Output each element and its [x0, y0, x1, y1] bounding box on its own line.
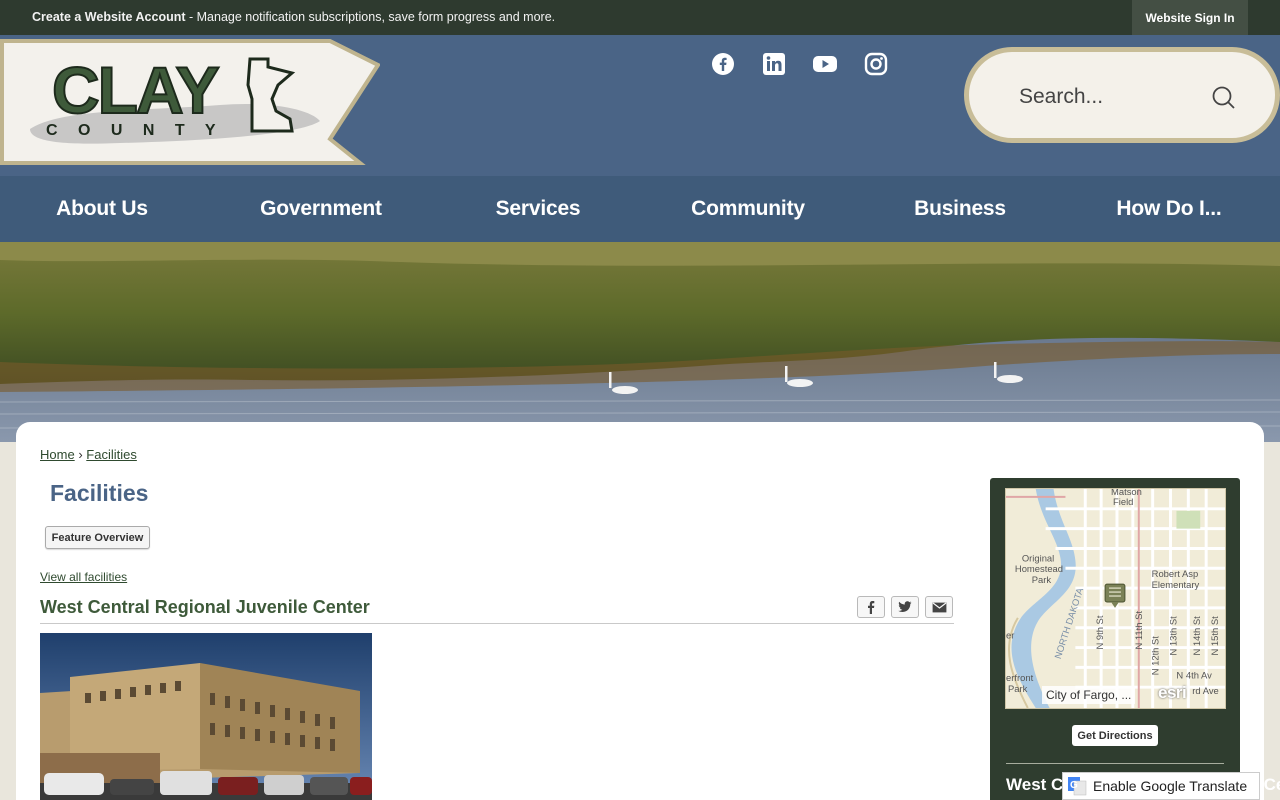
- svg-text:Park: Park: [1032, 574, 1052, 585]
- facility-title: West Central Regional Juvenile Center: [40, 597, 370, 617]
- svg-text:erfront: erfront: [1006, 672, 1034, 683]
- account-description: - Manage notification subscriptions, sav…: [185, 10, 556, 24]
- svg-text:N 9th St: N 9th St: [1094, 615, 1105, 649]
- breadcrumb-facilities[interactable]: Facilities: [86, 447, 137, 462]
- facility-photo[interactable]: [40, 633, 372, 800]
- breadcrumb-separator: ›: [78, 447, 83, 462]
- logo-county: C O U N T Y: [46, 122, 224, 139]
- facility-map[interactable]: Matson Field Original Homestead Park Rob…: [1005, 488, 1226, 709]
- account-message: Create a Website Account - Manage notifi…: [32, 10, 555, 24]
- site-header: CLAY C O U N T Y: [0, 35, 1280, 176]
- top-bar: Create a Website Account - Manage notifi…: [0, 0, 1280, 35]
- esri-logo: esri: [1158, 683, 1187, 702]
- create-account-link[interactable]: Create a Website Account: [32, 10, 186, 24]
- svg-text:N 15th St: N 15th St: [1209, 616, 1220, 656]
- svg-text:Field: Field: [1113, 496, 1133, 507]
- feature-overview-button[interactable]: Feature Overview: [45, 526, 150, 549]
- youtube-icon[interactable]: [812, 51, 838, 77]
- svg-text:er: er: [1006, 630, 1014, 641]
- nav-item-government[interactable]: Government: [236, 176, 406, 242]
- svg-text:N 13th St: N 13th St: [1167, 616, 1178, 656]
- nav-item-how-do-i[interactable]: How Do I...: [1098, 176, 1240, 242]
- google-translate-button[interactable]: G Enable Google Translate: [1062, 772, 1260, 800]
- facebook-share-icon[interactable]: [857, 596, 885, 618]
- search-icon[interactable]: [1211, 85, 1237, 111]
- website-sign-in-button[interactable]: Website Sign In: [1132, 0, 1248, 35]
- twitter-share-icon[interactable]: [891, 596, 919, 618]
- logo-word: CLAY: [52, 53, 219, 127]
- breadcrumb: Home › Facilities: [40, 447, 137, 462]
- main-navigation: About Us Government Services Community B…: [0, 176, 1280, 242]
- nav-item-about-us[interactable]: About Us: [32, 176, 172, 242]
- svg-text:N 12th St: N 12th St: [1150, 636, 1161, 676]
- facebook-icon[interactable]: [710, 51, 736, 77]
- nav-item-community[interactable]: Community: [678, 176, 818, 242]
- google-translate-icon: G: [1068, 777, 1087, 796]
- sidebar-divider: [1006, 763, 1224, 764]
- svg-text:Robert Asp: Robert Asp: [1152, 568, 1199, 579]
- linkedin-icon[interactable]: [761, 51, 787, 77]
- svg-text:N 11th St: N 11th St: [1133, 611, 1144, 650]
- search-box: [964, 47, 1280, 143]
- svg-text:rd Ave: rd Ave: [1192, 685, 1219, 696]
- svg-text:Park: Park: [1008, 683, 1028, 694]
- breadcrumb-home[interactable]: Home: [40, 447, 75, 462]
- get-directions-button[interactable]: Get Directions: [1072, 725, 1158, 746]
- title-divider: [40, 623, 954, 624]
- nav-item-business[interactable]: Business: [890, 176, 1030, 242]
- nav-item-services[interactable]: Services: [468, 176, 608, 242]
- clay-county-logo[interactable]: CLAY C O U N T Y: [0, 39, 380, 167]
- svg-text:N 4th Av: N 4th Av: [1176, 669, 1212, 680]
- svg-text:Elementary: Elementary: [1152, 579, 1200, 590]
- svg-text:G: G: [1070, 780, 1078, 791]
- translate-label: Enable Google Translate: [1093, 778, 1248, 794]
- banner-image-lake-swans: [0, 242, 1280, 442]
- svg-text:Homestead: Homestead: [1015, 563, 1063, 574]
- svg-text:N 14th St: N 14th St: [1191, 616, 1202, 656]
- search-input[interactable]: [1019, 82, 1199, 112]
- instagram-icon[interactable]: [863, 51, 889, 77]
- view-all-facilities-link[interactable]: View all facilities: [40, 570, 127, 584]
- svg-text:Original: Original: [1022, 552, 1054, 563]
- email-share-icon[interactable]: [925, 596, 953, 618]
- map-attribution: City of Fargo, ...: [1042, 686, 1136, 704]
- page-title: Facilities: [50, 480, 149, 506]
